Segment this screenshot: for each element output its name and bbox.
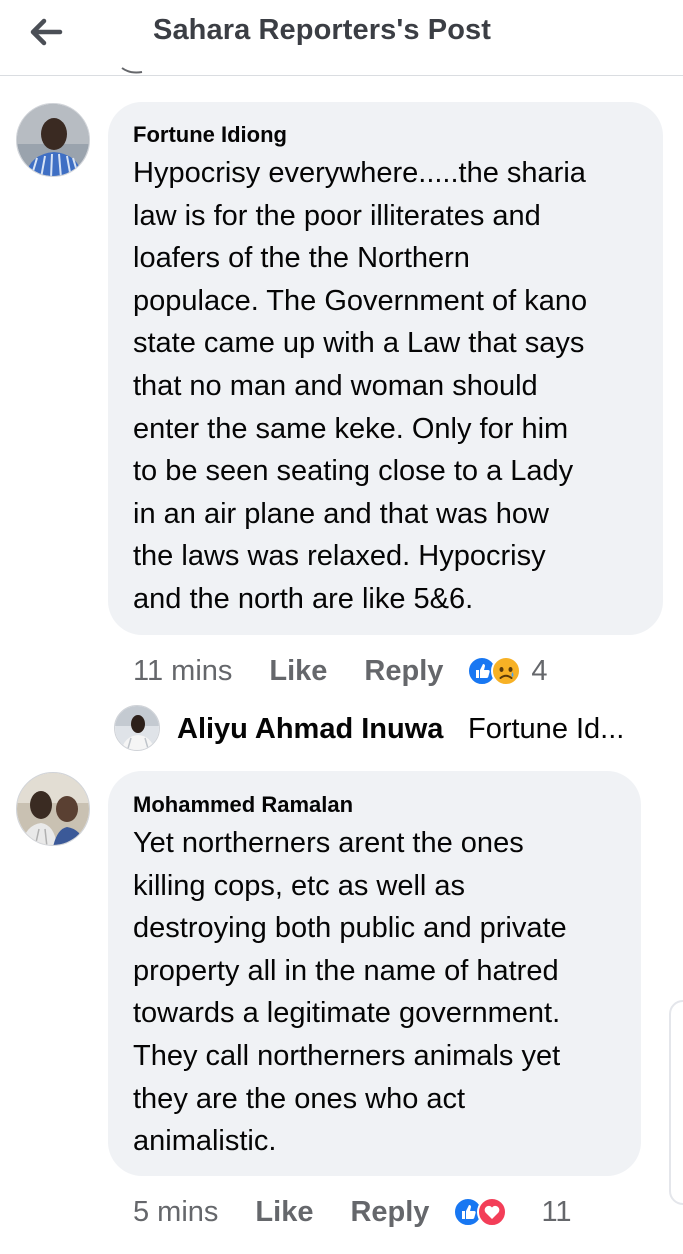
reply-author[interactable]: Aliyu Ahmad Inuwa: [177, 713, 443, 746]
reply-snippet: Fortune Id...: [468, 713, 625, 745]
back-button[interactable]: [22, 12, 70, 52]
comment-line: that no man and woman should: [133, 369, 538, 402]
like-button[interactable]: Like: [255, 1196, 313, 1229]
comment-text: Hypocrisy everywhere.....the sharia law …: [133, 152, 587, 621]
comment-line: Hypocrisy everywhere.....the sharia: [133, 157, 586, 189]
reply-preview[interactable]: Aliyu Ahmad Inuwa Fortune Id...: [114, 705, 674, 751]
reaction-count: 11: [541, 1195, 572, 1228]
reply-button[interactable]: Reply: [364, 655, 443, 688]
comment-line: populace. The Government of kano: [133, 284, 588, 317]
avatar[interactable]: [16, 772, 90, 846]
comment-line: and the north are like 5&6.: [133, 582, 474, 615]
comment-line: Yet northerners arent the ones: [133, 827, 524, 859]
comment-meta: 11 mins Like Reply 4: [133, 651, 548, 691]
sad-icon: [491, 656, 522, 686]
comment-author[interactable]: Mohammed Ramalan: [133, 792, 353, 818]
avatar[interactable]: [114, 705, 160, 751]
comment-line: They call northerners animals yet: [133, 1039, 561, 1072]
comment-meta: 5 mins Like Reply 11: [133, 1192, 572, 1232]
comment-text: Yet northerners arent the ones killing c…: [133, 822, 567, 1163]
comment-line: the laws was relaxed. Hypocrisy: [133, 540, 546, 573]
floating-panel-edge[interactable]: [669, 1000, 683, 1205]
arrow-left-icon: [30, 18, 63, 46]
comment-line: they are the ones who act: [133, 1082, 466, 1115]
comment-timestamp: 5 mins: [133, 1195, 219, 1228]
comment-line: enter the same keke. Only for him: [133, 412, 569, 445]
comment-line: state came up with a Law that says: [133, 327, 585, 360]
comment-author[interactable]: Fortune Idiong: [133, 122, 287, 148]
comment-line: destroying both public and private: [133, 912, 567, 945]
comment-timestamp: 11 mins: [133, 654, 233, 687]
comment-line: towards a legitimate government.: [133, 997, 561, 1030]
comment-line: to be seen seating close to a Lady: [133, 455, 574, 488]
comment-line: in an air plane and that was how: [133, 497, 549, 530]
reaction-summary[interactable]: 4: [467, 654, 548, 688]
love-icon: [477, 1197, 508, 1227]
previous-comment-edge: [121, 67, 143, 74]
comment-line: animalistic.: [133, 1125, 277, 1158]
comment-line: loafers of the the Northern: [133, 242, 470, 275]
avatar[interactable]: [16, 103, 90, 177]
comment-line: law is for the poor illiterates and: [133, 199, 541, 232]
comment-line: killing cops, etc as well as: [133, 869, 466, 902]
like-button[interactable]: Like: [269, 655, 327, 688]
top-bar: Sahara Reporters's Post: [0, 0, 683, 76]
page-title: Sahara Reporters's Post: [153, 14, 491, 46]
comment-line: property all in the name of hatred: [133, 954, 559, 987]
comment-bubble: Mohammed Ramalan Yet northerners arent t…: [108, 771, 641, 1176]
comment-bubble: Fortune Idiong Hypocrisy everywhere.....…: [108, 102, 663, 635]
reaction-count: 4: [531, 654, 548, 687]
post-comments-screen: Sahara Reporters's Post Fortune Idiong H…: [0, 0, 683, 1254]
reaction-summary[interactable]: 11: [453, 1195, 572, 1229]
reply-button[interactable]: Reply: [350, 1196, 429, 1229]
